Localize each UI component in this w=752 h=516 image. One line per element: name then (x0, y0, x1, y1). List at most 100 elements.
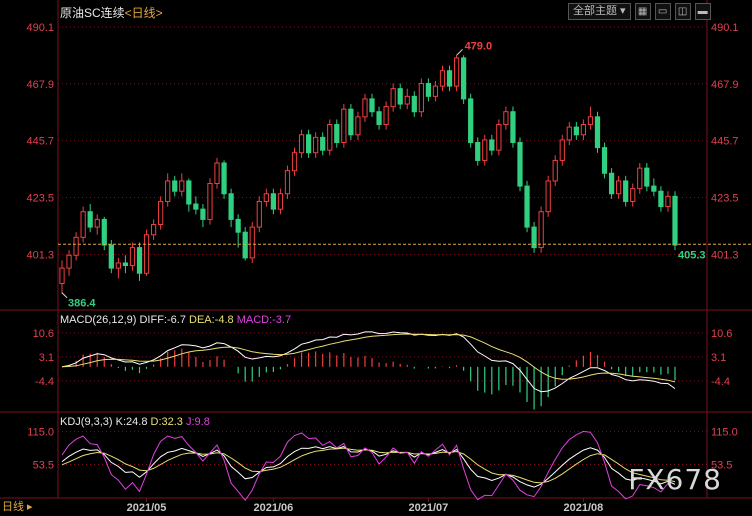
kdj-j: J:9.8 (186, 416, 210, 428)
price-tick-right: 445.7 (711, 136, 739, 148)
price-tick-left: 423.5 (26, 193, 54, 205)
candle-body (362, 98, 368, 118)
candle-body (376, 111, 382, 126)
candle-body (461, 57, 467, 100)
candle-body (601, 147, 608, 174)
candle-body (390, 88, 396, 108)
candle-body (94, 218, 100, 228)
candle-body (644, 167, 650, 187)
candle-body (101, 218, 107, 246)
candle-body (80, 211, 86, 238)
candle-body (425, 83, 432, 97)
macd-value: MACD:-3.7 (236, 314, 292, 326)
candle-body (320, 136, 326, 151)
last-price-label: 405.3 (678, 249, 706, 261)
candle-body (608, 172, 615, 195)
candle-body (158, 200, 164, 226)
macd-tick-left: 10.6 (33, 328, 54, 340)
split-icon[interactable]: ◫ (674, 3, 691, 20)
candle-body (658, 190, 664, 208)
candle-body (418, 83, 424, 113)
candle-body (538, 211, 544, 249)
low-marker (61, 292, 68, 299)
candle-body (672, 195, 678, 246)
candle-body (122, 262, 129, 267)
price-chart: 490.1 490.1 467.9 467.9 445.7 445.7 423.5 423.5… (0, 0, 752, 514)
macd-tick-right: 3.1 (711, 352, 726, 364)
candle-body (214, 162, 220, 185)
macd-diff: DIFF:-6.7 (139, 314, 186, 326)
price-tick-right: 467.9 (711, 79, 739, 91)
candle-body (228, 193, 234, 220)
price-tick-left: 401.3 (26, 250, 54, 262)
macd-name: MACD(26,12,9) (60, 314, 137, 326)
candle-body (115, 262, 121, 269)
candle-body (446, 70, 453, 87)
candle-body (200, 208, 206, 220)
candle-body (291, 152, 298, 172)
candle-body (193, 203, 199, 210)
candle-body (489, 139, 495, 151)
candle-body (524, 185, 530, 228)
candle-body (221, 162, 227, 195)
price-tick-right: 423.5 (711, 193, 739, 205)
candle-body (383, 106, 389, 126)
x-tick-label: 2021/06 (253, 502, 293, 514)
macd-tick-right: 10.6 (711, 328, 732, 340)
candle-body (355, 116, 361, 136)
kdj-j-line (61, 430, 676, 502)
candle-body (496, 124, 502, 151)
period-label[interactable]: <日线> (125, 6, 163, 20)
kdj-k: K:24.8 (115, 416, 148, 428)
candle-body (73, 236, 79, 256)
x-tick-label: 2021/08 (564, 502, 604, 514)
candle-body (566, 126, 572, 141)
candle-body (503, 111, 509, 126)
window-icon[interactable]: ▭ (654, 3, 671, 20)
candle-body (207, 183, 213, 220)
minimize-icon[interactable]: ▬ (694, 3, 711, 20)
price-tick-right: 401.3 (711, 250, 739, 262)
high-marker (456, 48, 463, 56)
candle-body (587, 116, 594, 126)
x-tick-label: 2021/07 (409, 502, 449, 514)
candle-body (87, 211, 93, 228)
candle-body (616, 180, 622, 195)
theme-button[interactable]: 全部主题 ▾ (568, 3, 631, 20)
candle-body (242, 231, 248, 259)
price-tick-left: 467.9 (26, 79, 54, 91)
candle-body (235, 218, 241, 233)
candle-body (397, 88, 403, 105)
candle-body (475, 141, 481, 161)
candle-body (510, 111, 516, 143)
kdj-k-line (61, 445, 676, 488)
candle-body (623, 180, 629, 202)
candle-body (136, 247, 143, 274)
watermark-logo: FX678 (628, 463, 722, 496)
candle-body (552, 159, 558, 182)
kdj-tick-right: 115.0 (711, 426, 738, 438)
candle-body (637, 167, 643, 190)
grid-icon[interactable]: ▦ (634, 3, 651, 20)
period-switch[interactable]: 日线 ▸ (2, 498, 33, 514)
price-tick-left: 490.1 (26, 22, 54, 34)
candle-body (129, 247, 136, 267)
candle-body (66, 254, 72, 269)
candle-body (665, 195, 671, 208)
candle-body (411, 95, 417, 113)
candle-body (256, 200, 262, 228)
candle-body (630, 188, 636, 202)
candle-body (404, 95, 410, 105)
macd-legend: MACD(26,12,9) DIFF:-6.7 DEA:-4.8 MACD:-3… (60, 314, 291, 326)
macd-dea: DEA:-4.8 (189, 314, 234, 326)
candle-body (651, 185, 657, 192)
candle-body (341, 108, 347, 143)
macd-tick-right: -4.4 (711, 376, 730, 388)
candle-body (327, 124, 333, 151)
candle-body (298, 134, 305, 154)
candle-body (150, 224, 157, 236)
candle-body (172, 180, 178, 192)
candle-body (263, 193, 269, 202)
instrument-name: 原油SC连续 (60, 6, 125, 20)
candle-body (545, 180, 551, 213)
